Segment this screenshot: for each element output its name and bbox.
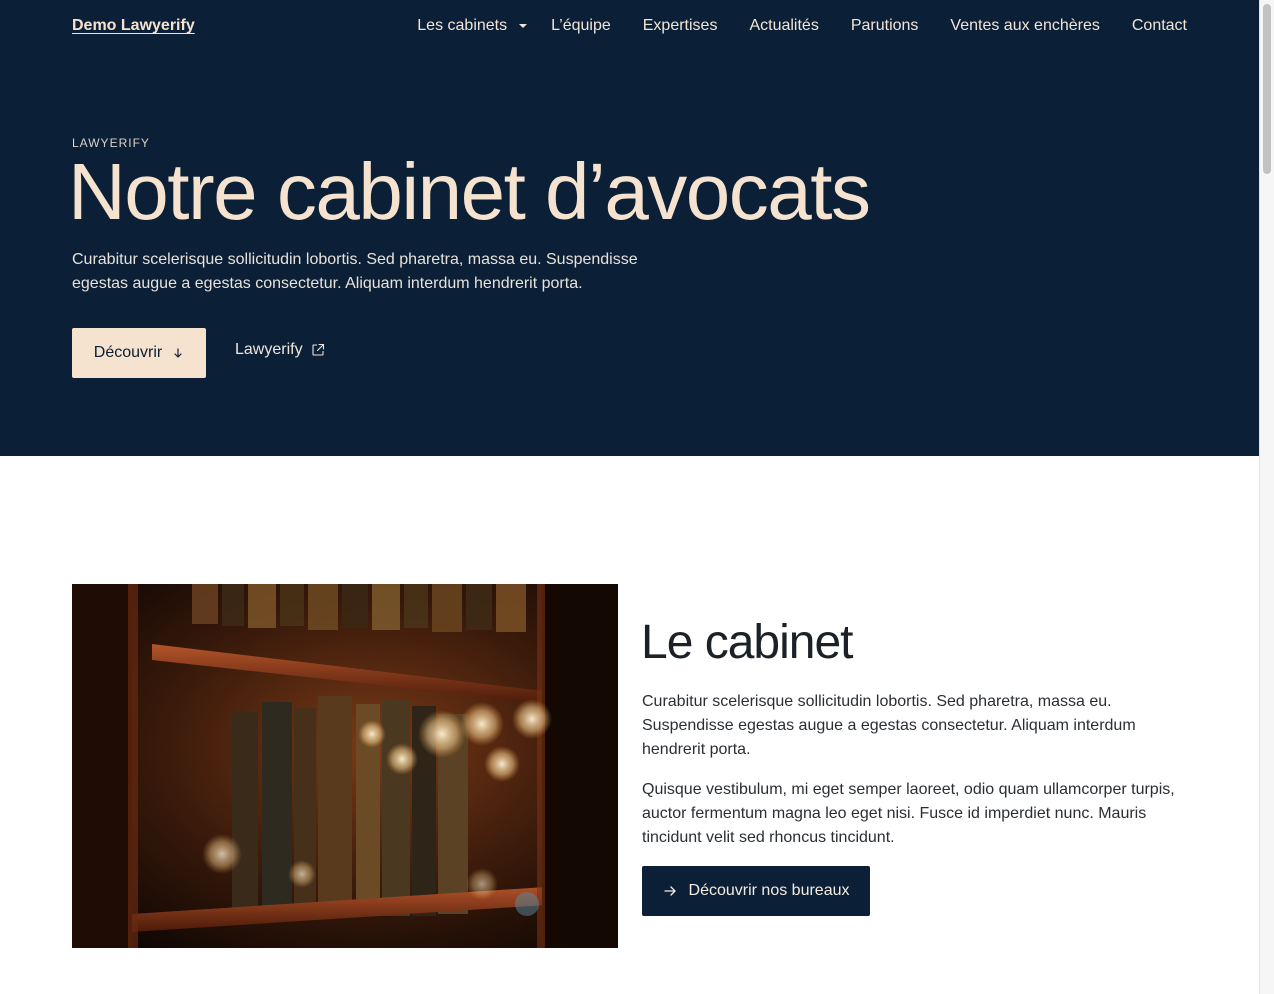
- brand-logo-link[interactable]: Demo Lawyerify: [72, 17, 195, 35]
- nav-item-label: Actualités: [749, 17, 819, 34]
- cabinet-paragraph: Quisque vestibulum, mi eget semper laore…: [642, 781, 1175, 846]
- nav-item-ventes-aux-encheres[interactable]: Ventes aux enchères: [950, 17, 1099, 35]
- nav-item-les-cabinets[interactable]: Les cabinets: [417, 17, 528, 35]
- nav-item-contact[interactable]: Contact: [1132, 17, 1187, 35]
- hero-description: Curabitur scelerisque sollicitudin lobor…: [72, 251, 638, 292]
- hero-section: Demo Lawyerify Les cabinets L’équipe Exp…: [0, 0, 1259, 456]
- lawyerify-external-link[interactable]: Lawyerify: [235, 341, 325, 359]
- nav-item-label: Ventes aux enchères: [950, 17, 1100, 34]
- main-nav: Les cabinets L’équipe Expertises Actuali…: [417, 17, 1187, 35]
- hero-title: Notre cabinet d’avocats: [68, 147, 871, 236]
- nav-item-parutions[interactable]: Parutions: [851, 17, 919, 35]
- nav-item-label: Expertises: [642, 17, 718, 34]
- external-link-icon: [312, 343, 324, 356]
- nav-item-label: Contact: [1131, 17, 1187, 34]
- cabinet-paragraph: Curabitur scelerisque sollicitudin lobor…: [642, 693, 1136, 758]
- scrollbar-thumb[interactable]: [1263, 4, 1271, 174]
- chevron-down-icon: [519, 24, 528, 28]
- nav-item-actualites[interactable]: Actualités: [749, 17, 818, 35]
- nav-item-label: L’équipe: [551, 17, 611, 34]
- nav-item-label: Les cabinets: [417, 17, 508, 34]
- nav-item-equipe[interactable]: L’équipe: [551, 17, 611, 35]
- vertical-scrollbar[interactable]: [1259, 0, 1274, 994]
- bookshelf-illustration: [72, 584, 618, 948]
- nav-item-label: Parutions: [850, 17, 919, 34]
- nav-item-expertises[interactable]: Expertises: [643, 17, 718, 35]
- arrow-down-icon: [174, 348, 182, 358]
- cabinet-title: Le cabinet: [641, 616, 854, 669]
- discover-button[interactable]: Découvrir: [72, 328, 206, 378]
- discover-button-label: Découvrir: [93, 344, 163, 361]
- external-link-label: Lawyerify: [235, 341, 303, 358]
- bookshelf-photo: [72, 584, 618, 948]
- discover-offices-button[interactable]: Découvrir nos bureaux: [642, 866, 870, 916]
- discover-offices-label: Découvrir nos bureaux: [688, 882, 850, 899]
- page: Demo Lawyerify Les cabinets L’équipe Exp…: [0, 0, 1259, 994]
- arrow-right-icon: [663, 886, 676, 896]
